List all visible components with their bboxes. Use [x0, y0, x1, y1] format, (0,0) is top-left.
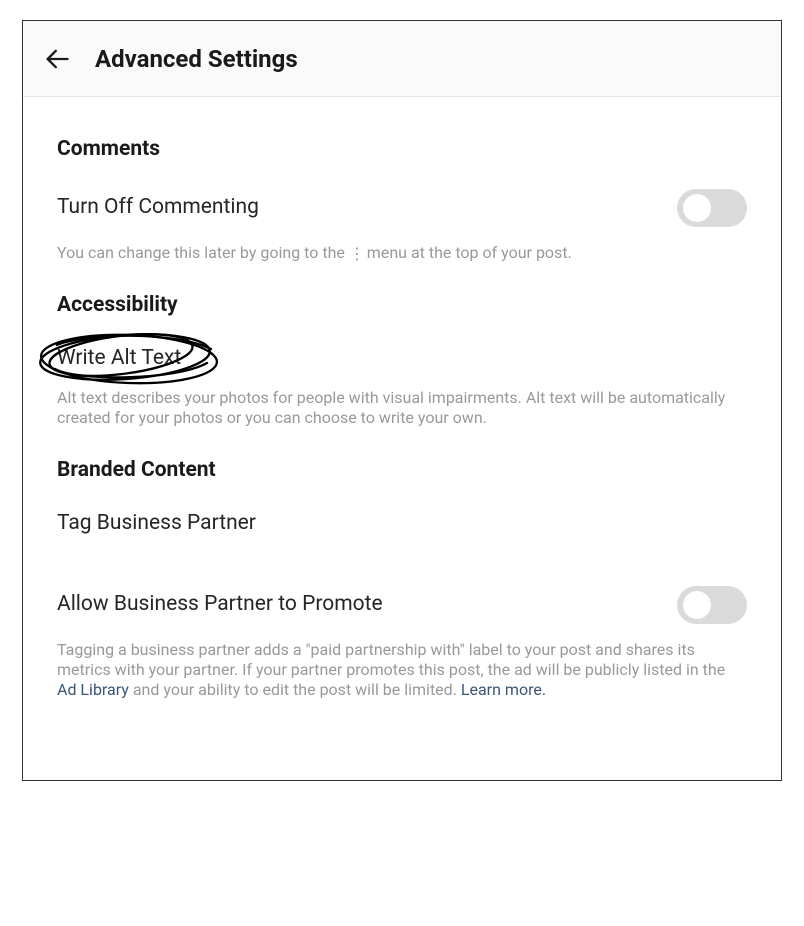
- helper-comments-after: menu at the top of your post.: [363, 243, 572, 262]
- toggle-row-turn-off-commenting: Turn Off Commenting: [57, 187, 747, 229]
- toggle-label-turn-off-commenting: Turn Off Commenting: [57, 194, 259, 221]
- topbar: Advanced Settings: [23, 21, 781, 97]
- section-heading-comments: Comments: [57, 137, 747, 161]
- helper-branded: Tagging a business partner adds a "paid …: [57, 640, 747, 700]
- app-frame: Advanced Settings Comments Turn Off Comm…: [22, 20, 782, 781]
- section-heading-branded: Branded Content: [57, 458, 747, 482]
- kebab-menu-icon: ⋮: [349, 246, 363, 262]
- section-heading-accessibility: Accessibility: [57, 293, 747, 317]
- learn-more-link[interactable]: Learn more.: [461, 680, 546, 699]
- back-button[interactable]: [43, 45, 71, 73]
- toggle-row-allow-promote: Allow Business Partner to Promote: [57, 584, 747, 626]
- helper-accessibility: Alt text describes your photos for peopl…: [57, 388, 747, 428]
- toggle-knob: [683, 591, 711, 619]
- ad-library-link[interactable]: Ad Library: [57, 680, 129, 699]
- write-alt-text-label: Write Alt Text: [57, 346, 181, 370]
- page-title: Advanced Settings: [95, 45, 298, 73]
- toggle-knob: [683, 194, 711, 222]
- toggle-label-allow-promote: Allow Business Partner to Promote: [57, 591, 383, 618]
- tag-business-partner-label: Tag Business Partner: [57, 510, 256, 537]
- helper-branded-part1: Tagging a business partner adds a "paid …: [57, 640, 725, 679]
- content: Comments Turn Off Commenting You can cha…: [23, 97, 781, 780]
- helper-comments-before: You can change this later by going to th…: [57, 243, 349, 262]
- toggle-turn-off-commenting[interactable]: [677, 189, 747, 227]
- arrow-left-icon: [43, 45, 71, 73]
- tag-business-partner-row[interactable]: Tag Business Partner: [57, 508, 747, 539]
- write-alt-text-row[interactable]: Write Alt Text: [57, 343, 747, 374]
- helper-branded-part2: and your ability to edit the post will b…: [129, 680, 461, 699]
- helper-comments: You can change this later by going to th…: [57, 243, 747, 263]
- toggle-allow-promote[interactable]: [677, 586, 747, 624]
